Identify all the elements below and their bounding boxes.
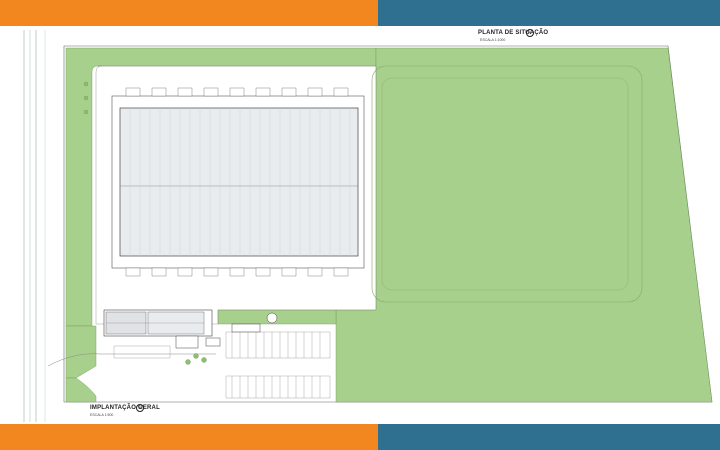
gatehouse	[175, 335, 199, 349]
north-arrow-icon: N	[136, 404, 144, 412]
warehouse-building	[111, 87, 365, 277]
car-parking	[113, 331, 331, 399]
access-control	[205, 337, 221, 347]
water-tank	[266, 312, 278, 324]
top-blue-band	[378, 0, 720, 26]
lawn-main-field	[335, 47, 713, 403]
lawn-bottom-left	[65, 325, 97, 379]
lawn-bottom-strip	[65, 377, 97, 403]
bottom-orange-band	[0, 424, 378, 450]
situation-plan-scale: ESCALA 1:1000	[480, 38, 506, 42]
bottom-blue-band	[378, 424, 720, 450]
utility-building	[231, 323, 261, 333]
general-layout-scale: ESCALA 1:500	[90, 413, 114, 417]
north-arrow-icon: N	[526, 29, 534, 37]
general-layout-title: IMPLANTAÇÃO GERAL	[90, 405, 160, 411]
office-block	[103, 309, 213, 337]
situation-plan-title: PLANTA DE SITUAÇÃO	[478, 30, 549, 36]
site-plan	[23, 30, 713, 422]
road	[23, 30, 46, 422]
top-orange-band	[0, 0, 378, 26]
